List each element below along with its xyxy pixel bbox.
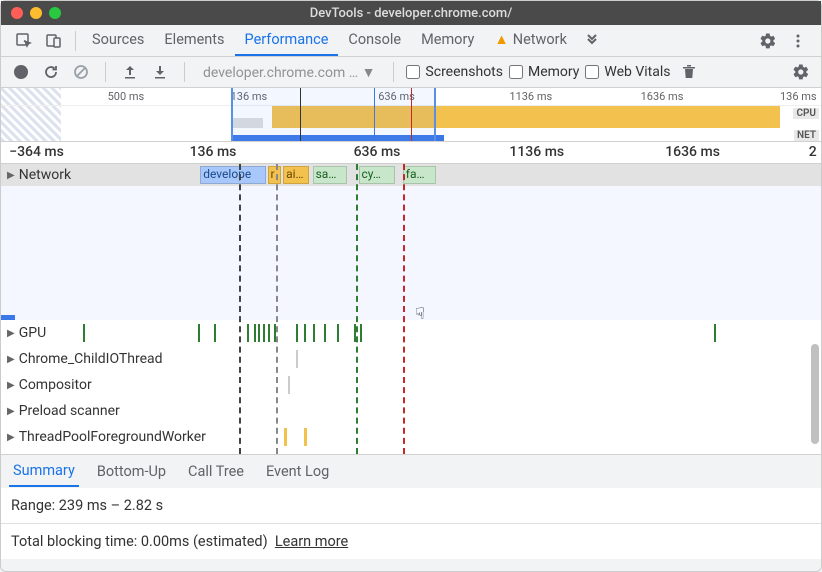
marker-line [356, 164, 358, 454]
divider [184, 62, 185, 82]
expand-caret-icon[interactable]: ▶ [7, 328, 15, 339]
ruler-tick: −364 ms [9, 144, 64, 160]
tab-sources[interactable]: Sources [82, 25, 154, 56]
gpu-task[interactable] [83, 324, 85, 342]
main-tabbar: SourcesElementsPerformanceConsoleMemory▲… [1, 25, 821, 57]
gpu-task[interactable] [268, 324, 270, 342]
window-titlebar: DevTools - developer.chrome.com/ [1, 1, 821, 25]
more-tabs-icon[interactable] [581, 30, 603, 52]
download-profile-icon[interactable] [148, 60, 172, 84]
ruler-tick: 2 [809, 144, 817, 160]
upload-profile-icon[interactable] [118, 60, 142, 84]
marker-line [239, 164, 241, 454]
details-tabbar: Summary Bottom-Up Call Tree Event Log [1, 454, 821, 488]
record-button[interactable] [9, 60, 33, 84]
divider [393, 62, 394, 82]
network-request-block[interactable]: cy… [359, 166, 396, 184]
warning-icon: ▲ [494, 31, 508, 48]
gpu-task[interactable] [258, 324, 260, 342]
net-lane-label: NET [794, 130, 819, 141]
webvitals-checkbox[interactable]: Web Vitals [585, 64, 670, 80]
expand-caret-icon[interactable]: ▶ [7, 380, 15, 391]
summary-pane: Range: 239 ms – 2.82 s Total blocking ti… [1, 488, 821, 559]
gpu-task[interactable] [296, 324, 298, 342]
detail-tab-summary[interactable]: Summary [9, 456, 79, 487]
cpu-lane-label: CPU [793, 108, 819, 119]
expand-caret-icon[interactable]: ▶ [7, 406, 15, 417]
overview-tick: 1636 ms [641, 90, 684, 103]
gpu-task[interactable] [313, 324, 315, 342]
detail-tab-event-log[interactable]: Event Log [262, 457, 333, 486]
timeline-overview[interactable]: 500 ms136 ms636 ms1136 ms1636 ms136 ms C… [1, 88, 821, 142]
screenshots-checkbox[interactable]: Screenshots [406, 64, 503, 80]
expand-caret-icon[interactable]: ▶ [7, 170, 15, 181]
overview-tick: 1136 ms [509, 90, 552, 103]
cursor-icon: ☟ [415, 304, 425, 323]
gpu-task[interactable] [263, 324, 265, 342]
network-request-block[interactable]: ai… [283, 166, 309, 184]
compositor-track[interactable]: ▶Compositor [1, 372, 821, 398]
gpu-task[interactable] [324, 324, 326, 342]
tab-elements[interactable]: Elements [154, 25, 234, 56]
divider [105, 62, 106, 82]
ruler-tick: 1136 ms [509, 144, 564, 160]
memory-checkbox[interactable]: Memory [509, 64, 579, 80]
gpu-task[interactable] [247, 324, 249, 342]
delete-recording-icon[interactable] [677, 60, 701, 84]
gpu-task[interactable] [254, 324, 256, 342]
gpu-task[interactable] [337, 324, 339, 342]
detail-tab-call-tree[interactable]: Call Tree [184, 457, 248, 486]
summary-range: Range: 239 ms – 2.82 s [1, 488, 821, 523]
reload-record-button[interactable] [39, 60, 63, 84]
recording-selector[interactable]: developer.chrome.com … ▼ [197, 64, 381, 81]
tab-performance[interactable]: Performance [235, 25, 339, 56]
performance-toolbar: developer.chrome.com … ▼ Screenshots Mem… [1, 57, 821, 88]
gpu-track[interactable]: ▶GPU [1, 320, 821, 346]
summary-tbt: Total blocking time: 0.00ms (estimated) … [1, 523, 821, 559]
scrollbar[interactable] [811, 344, 819, 444]
expand-caret-icon[interactable]: ▶ [7, 354, 15, 365]
ruler-tick: 636 ms [354, 144, 401, 160]
overview-tick: 500 ms [108, 90, 145, 103]
overview-tick: 136 ms [780, 90, 817, 103]
ruler-tick: 136 ms [190, 144, 237, 160]
tab-network[interactable]: ▲Network [484, 25, 577, 56]
threadpool-track[interactable]: ▶ThreadPoolForegroundWorker [1, 424, 821, 450]
gpu-task[interactable] [714, 324, 716, 342]
network-request-block[interactable]: r [268, 166, 281, 184]
childio-track[interactable]: ▶Chrome_ChildIOThread [1, 346, 821, 372]
learn-more-link[interactable]: Learn more [275, 533, 348, 550]
detail-tab-bottom-up[interactable]: Bottom-Up [93, 457, 170, 486]
gpu-task[interactable] [304, 324, 306, 342]
marker-line [276, 164, 278, 454]
clear-button[interactable] [69, 60, 93, 84]
network-request-block[interactable]: develope [200, 166, 266, 184]
kebab-menu-icon[interactable] [787, 30, 809, 52]
gpu-task[interactable] [360, 324, 362, 342]
settings-gear-icon[interactable] [757, 30, 779, 52]
capture-settings-gear-icon[interactable] [789, 60, 813, 84]
main-ruler[interactable]: −364 ms 136 ms 636 ms 1136 ms 1636 ms 2 [1, 142, 821, 164]
network-track[interactable]: ▶Network developerai…sa…cy…fa… [1, 164, 821, 186]
device-toolbar-icon[interactable] [43, 30, 65, 52]
divider [75, 31, 76, 51]
window-title: DevTools - developer.chrome.com/ [1, 6, 821, 21]
tab-console[interactable]: Console [338, 25, 411, 56]
gpu-task[interactable] [214, 324, 216, 342]
preload-track[interactable]: ▶Preload scanner [1, 398, 821, 424]
inspect-element-icon[interactable] [13, 30, 35, 52]
marker-line [403, 164, 405, 454]
network-request-block[interactable]: fa… [403, 166, 436, 184]
empty-lane [1, 186, 821, 320]
ruler-tick: 1636 ms [665, 144, 720, 160]
network-request-block[interactable]: sa… [313, 166, 347, 184]
tab-memory[interactable]: Memory [411, 25, 484, 56]
flame-chart[interactable]: ▶Network developerai…sa…cy…fa… ▶GPU ▶Chr… [1, 164, 821, 454]
expand-caret-icon[interactable]: ▶ [7, 432, 15, 443]
gpu-task[interactable] [198, 324, 200, 342]
